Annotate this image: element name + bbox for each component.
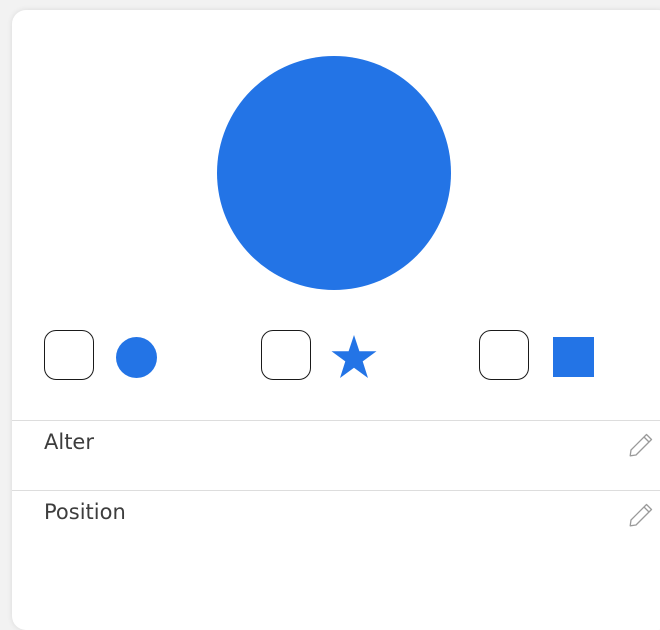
alter-edit-pencil-icon[interactable] [627, 431, 655, 459]
preview-circle-shape [217, 56, 451, 290]
star-option-checkbox[interactable] [261, 330, 311, 380]
divider [12, 490, 660, 491]
divider [12, 420, 660, 421]
square-option-checkbox[interactable] [479, 330, 529, 380]
position-label: Position [44, 500, 126, 524]
position-edit-pencil-icon[interactable] [627, 501, 655, 529]
circle-option-checkbox[interactable] [44, 330, 94, 380]
circle-icon[interactable] [116, 337, 157, 378]
square-icon[interactable] [553, 337, 594, 377]
star-icon[interactable] [331, 335, 377, 379]
alter-label: Alter [44, 430, 94, 454]
